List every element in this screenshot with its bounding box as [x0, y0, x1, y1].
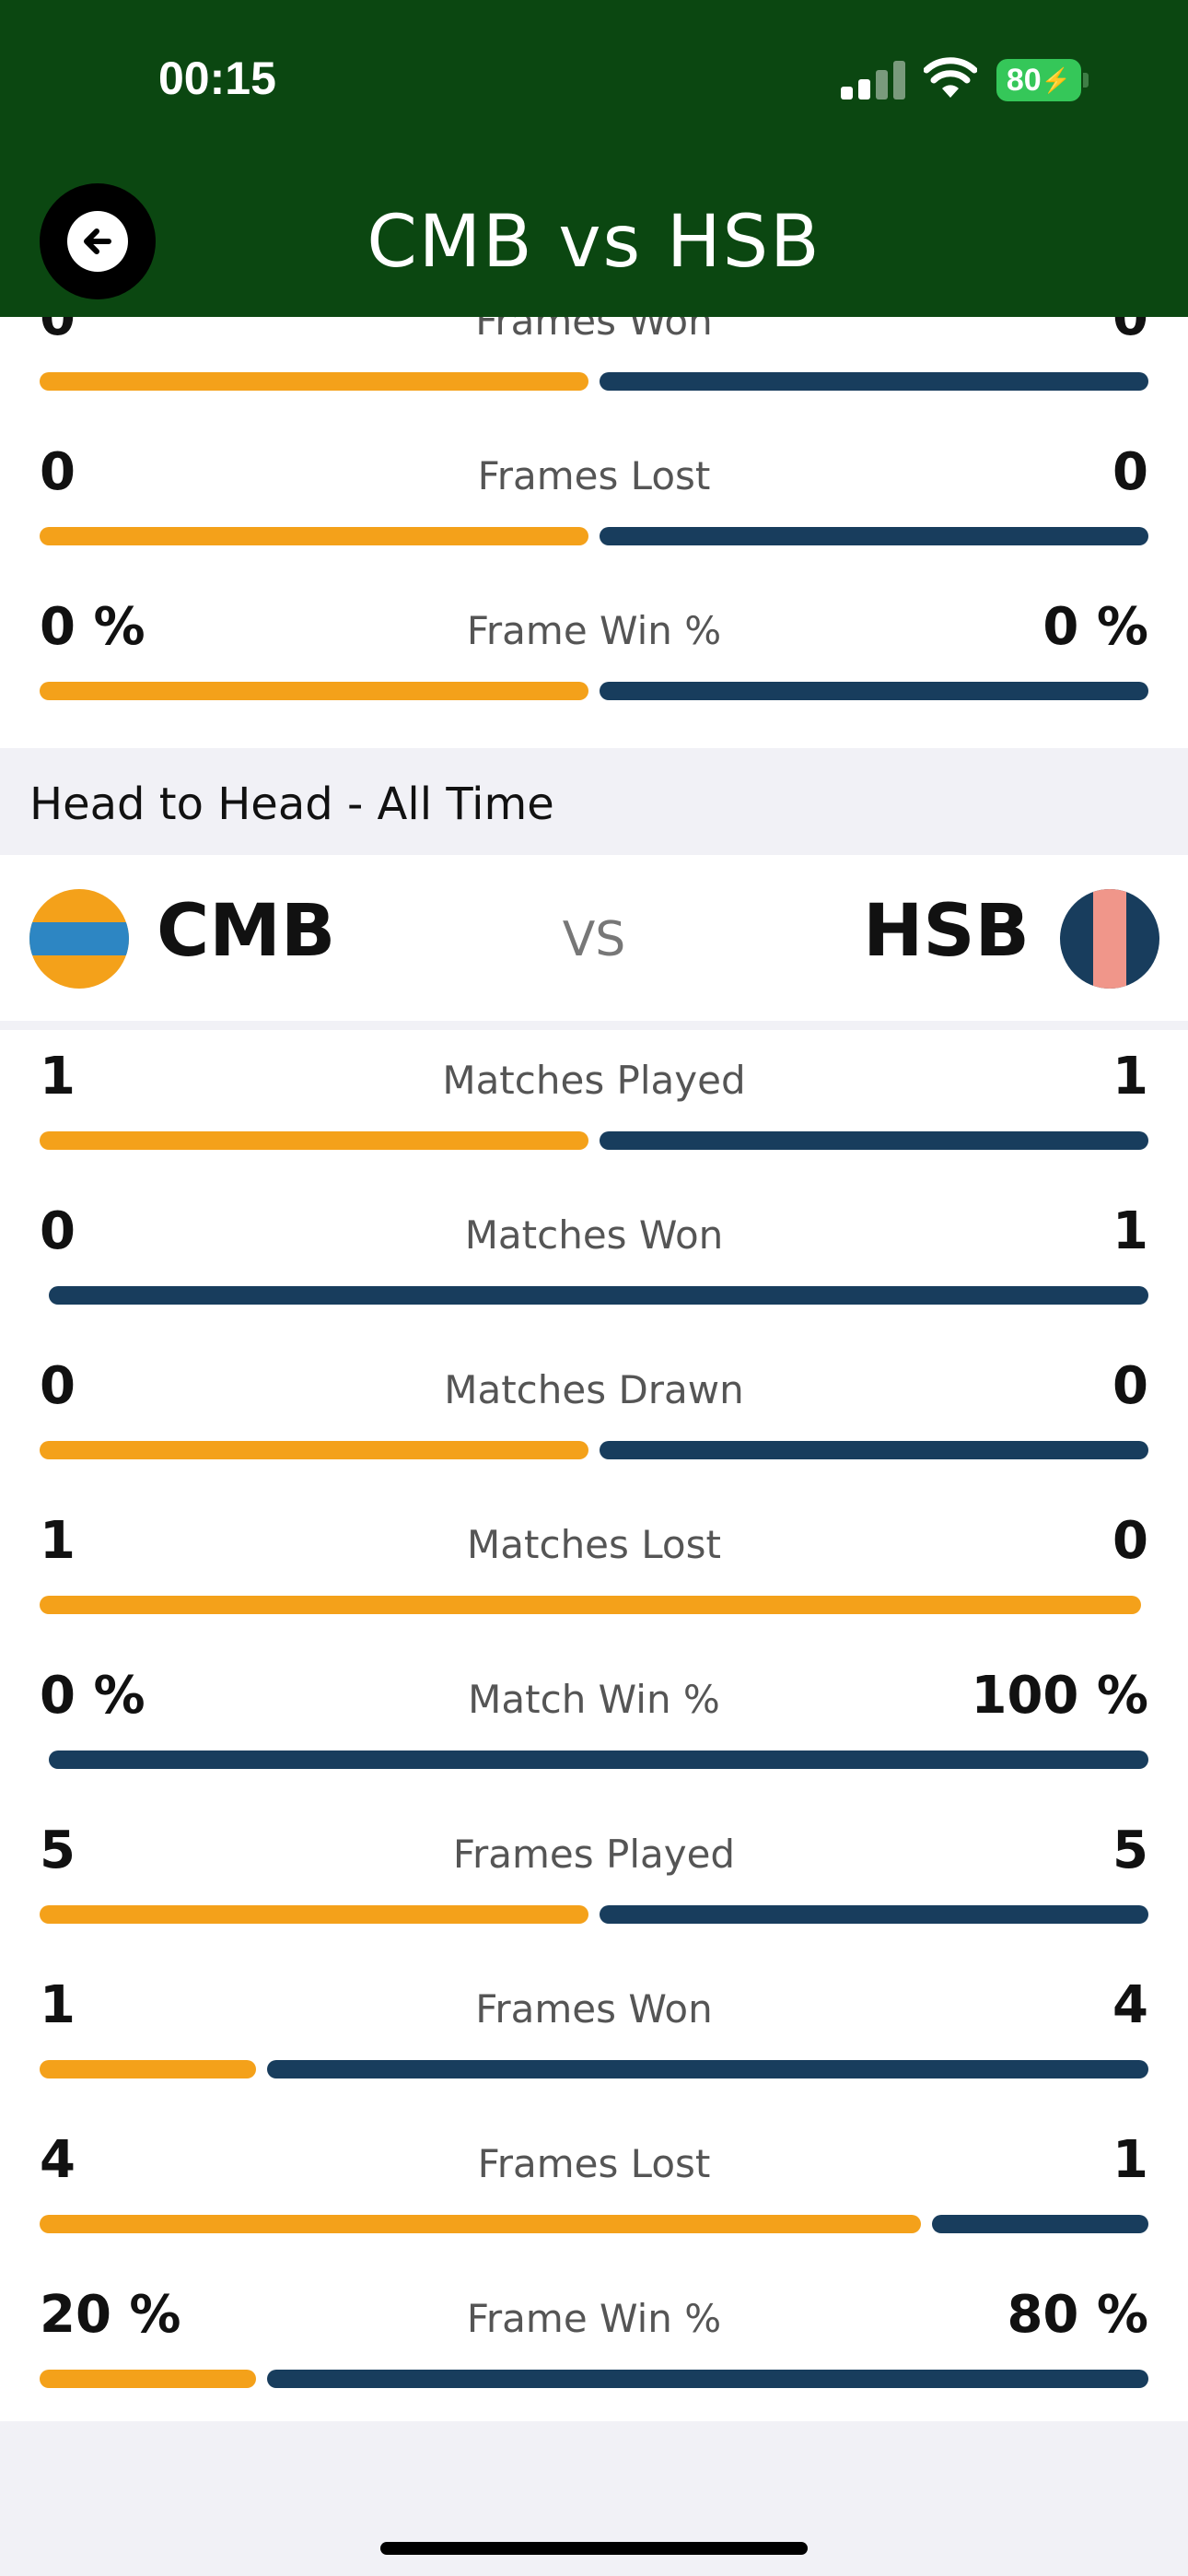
h2h-team-header: CMB VS HSB [0, 855, 1188, 1021]
away-stat-value: 1 [1112, 1047, 1148, 1107]
home-share-bar [40, 2215, 922, 2233]
stat-row: 4 Frames Lost 1 [0, 2110, 1188, 2265]
stat-label: Frame Win % [466, 608, 722, 653]
away-stat-value: 4 [1112, 1975, 1148, 2035]
away-stat-value: 0 [1112, 442, 1148, 502]
battery-icon: 80 ⚡ [996, 59, 1081, 101]
away-team-logo [1060, 889, 1159, 989]
stat-label: Matches Won [464, 1212, 724, 1258]
home-share-bar [40, 2370, 256, 2388]
away-stat-value: 5 [1112, 1821, 1148, 1880]
stat-label: Matches Lost [467, 1522, 721, 1567]
away-share-bar [600, 527, 1148, 545]
stat-row: 1 Frames Won 4 [0, 1955, 1188, 2110]
home-share-bar [40, 682, 588, 700]
season-stats-panel: 0 Frames Won 0 0 Frames Lost 0 0 % Frame Win % 0… [0, 317, 1188, 748]
stat-label: Frames Won [475, 1986, 713, 2032]
home-share-bar [40, 1131, 588, 1150]
away-share-bar [49, 1286, 1148, 1305]
stat-row: 0 Matches Won 1 [0, 1181, 1188, 1336]
away-stat-value: 100 % [971, 1666, 1149, 1726]
away-stat-value: 0 [1112, 1511, 1148, 1571]
cellular-signal-icon [841, 61, 905, 100]
away-share-bar [266, 2370, 1148, 2388]
stat-label: Frames Won [475, 317, 713, 344]
away-stat-value: 0 [1112, 1356, 1148, 1416]
stat-row: 1 Matches Played 1 [0, 1026, 1188, 1181]
app-header: 00:15 80 ⚡ CMB vs HSB [0, 0, 1188, 317]
wifi-icon [924, 57, 977, 98]
stat-row: 20 % Frame Win % 80 % [0, 2265, 1188, 2419]
stat-label: Frames Played [452, 1832, 736, 1877]
away-team-name: HSB [863, 890, 1030, 973]
home-share-bar [40, 527, 588, 545]
home-share-bar [40, 2060, 256, 2078]
home-share-bar [40, 1905, 588, 1924]
away-share-bar [266, 2060, 1148, 2078]
away-share-bar [600, 1131, 1148, 1150]
home-indicator[interactable] [380, 2542, 808, 2555]
home-share-bar [40, 1596, 1141, 1614]
battery-tip [1083, 73, 1089, 88]
away-stat-value: 80 % [1007, 2285, 1148, 2345]
away-share-bar [600, 1441, 1148, 1459]
away-share-bar [932, 2215, 1148, 2233]
page-title: CMB vs HSB [367, 201, 821, 284]
stat-label: Matches Played [442, 1058, 746, 1103]
stat-row: 0 Frames Lost 0 [0, 422, 1188, 577]
h2h-stats-panel: 1 Matches Played 1 0 Matches Won 1 0 Matches Dr… [0, 1030, 1188, 2421]
stat-row: 0 % Match Win % 100 % [0, 1645, 1188, 1800]
stat-row: 0 % Frame Win % 0 % [0, 577, 1188, 732]
stat-label: Frames Lost [477, 2141, 711, 2186]
h2h-section-title: Head to Head - All Time [29, 779, 554, 830]
status-time: 00:15 [158, 53, 276, 104]
home-share-bar [40, 372, 588, 391]
stat-row: 0 Frames Won 0 [0, 317, 1188, 422]
stat-row: 1 Matches Lost 0 [0, 1491, 1188, 1645]
stat-label: Frames Lost [477, 453, 711, 498]
away-share-bar [600, 1905, 1148, 1924]
away-stat-value: 0 % [1042, 597, 1148, 657]
stat-label: Matches Drawn [444, 1367, 744, 1412]
away-stat-value: 0 [1112, 317, 1148, 347]
away-stat-value: 1 [1112, 2130, 1148, 2190]
battery-level: 80 [1006, 62, 1042, 98]
away-share-bar [600, 682, 1148, 700]
home-share-bar [40, 1441, 588, 1459]
away-share-bar [600, 372, 1148, 391]
stat-row: 5 Frames Played 5 [0, 1800, 1188, 1955]
away-stat-value: 1 [1112, 1201, 1148, 1261]
stat-row: 0 Matches Drawn 0 [0, 1336, 1188, 1491]
away-share-bar [49, 1751, 1148, 1769]
